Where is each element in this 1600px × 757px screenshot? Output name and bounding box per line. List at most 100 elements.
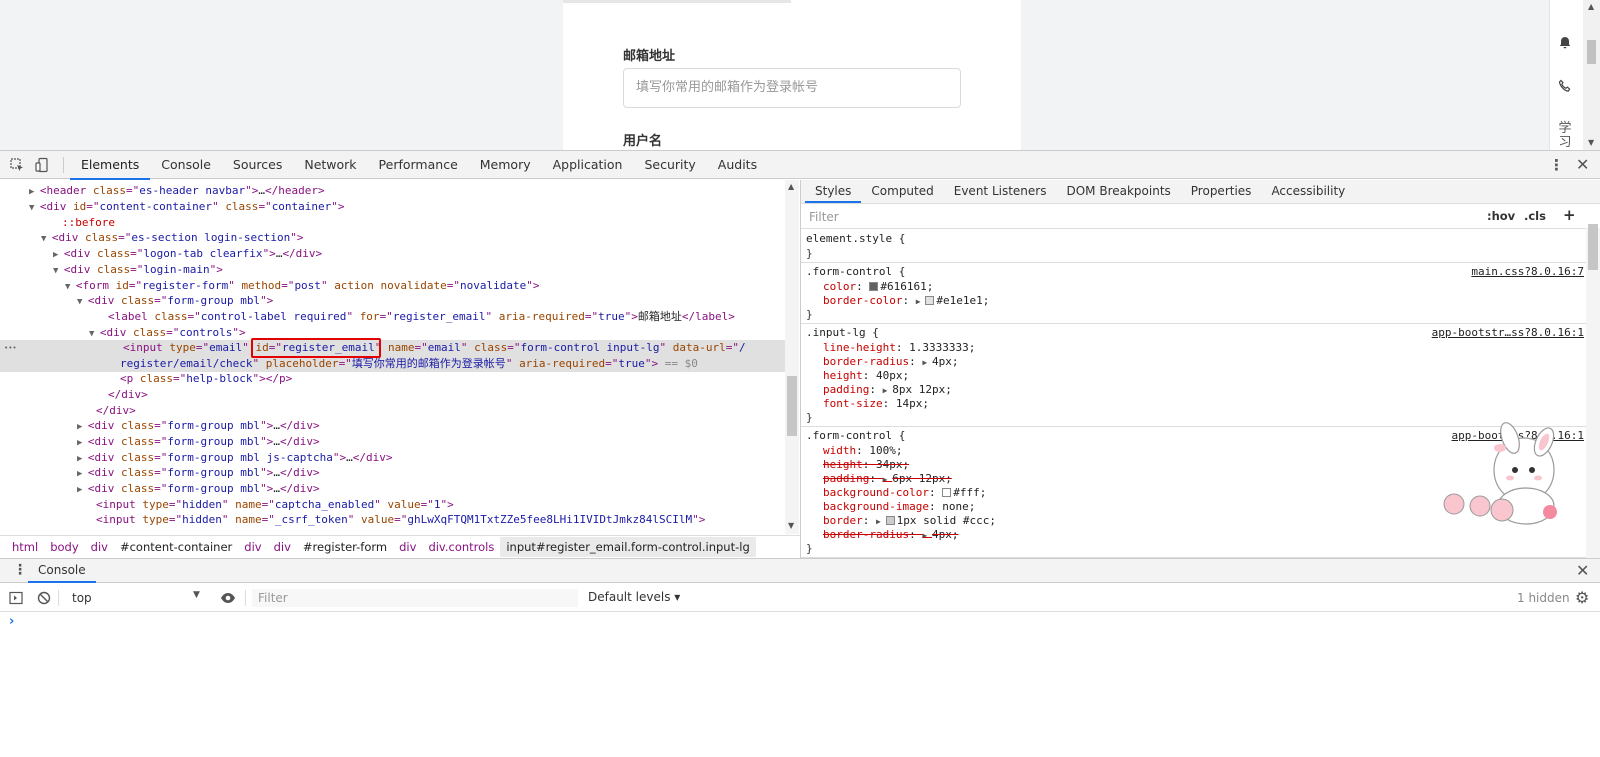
style-property[interactable]: height: 34px; (823, 458, 909, 472)
property-value[interactable]: 4px; (932, 528, 959, 541)
property-name[interactable]: padding (823, 383, 869, 396)
dom-node-line[interactable]: ▼ <div class="login-main"> (53, 262, 223, 278)
style-property[interactable]: background-image: none; (823, 500, 975, 514)
dom-node-line[interactable]: <label class="control-label required" fo… (108, 309, 735, 325)
rule-selector[interactable]: .form-control { (806, 265, 905, 279)
expand-shorthand-icon[interactable]: ▶ (922, 531, 932, 540)
device-toolbar-icon[interactable] (34, 157, 50, 173)
dom-node-line[interactable]: </div> (108, 387, 148, 403)
drawer-menu-icon[interactable]: ⋮ (13, 562, 27, 578)
dom-node-line[interactable]: register/email/check" placeholder="填写你常用… (0, 356, 785, 372)
dom-node-line[interactable]: ▼ <div class="form-group mbl"> (77, 293, 273, 309)
scroll-down-icon[interactable]: ▼ (1588, 138, 1594, 147)
style-property[interactable]: border-color: ▶ #e1e1e1; (823, 294, 989, 308)
property-value[interactable]: 1.3333333; (909, 341, 975, 354)
breadcrumb-item[interactable]: #content-container (114, 537, 238, 557)
tab-audits[interactable]: Audits (707, 151, 768, 180)
style-property[interactable]: font-size: 14px; (823, 397, 929, 411)
property-name[interactable]: background-color (823, 486, 929, 499)
tab-performance[interactable]: Performance (368, 151, 469, 180)
dom-node-line[interactable]: ▶ <div class="form-group mbl">…</div> (77, 481, 320, 497)
breadcrumb-item[interactable]: input#register_email.form-control.input-… (500, 536, 756, 557)
collapse-triangle-icon[interactable]: ▼ (89, 329, 100, 339)
expand-shorthand-icon[interactable]: ▶ (916, 297, 926, 306)
style-property[interactable]: height: 40px; (823, 369, 909, 383)
styles-scroll-thumb[interactable] (1588, 224, 1598, 270)
property-name[interactable]: font-size (823, 397, 883, 410)
property-name[interactable]: background-image (823, 500, 929, 513)
style-property[interactable]: border-radius: ▶ 4px; (823, 528, 958, 542)
collapse-triangle-icon[interactable]: ▼ (65, 282, 76, 292)
dom-node-line[interactable]: <p class="help-block"></p> (120, 371, 292, 387)
node-actions-ellipsis-icon[interactable]: ••• (4, 340, 17, 356)
inspect-element-icon[interactable] (9, 157, 25, 173)
property-value[interactable]: 8px 12px; (892, 383, 952, 396)
property-value[interactable]: 1px solid #ccc; (897, 514, 996, 527)
expand-triangle-icon[interactable]: ▶ (77, 469, 88, 479)
bell-icon[interactable] (1553, 36, 1577, 54)
expand-shorthand-icon[interactable]: ▶ (922, 358, 932, 367)
dom-node-line[interactable]: ▶ <div class="form-group mbl">…</div> (77, 434, 320, 450)
dom-node-line[interactable]: </div> (96, 403, 136, 419)
tab-security[interactable]: Security (633, 151, 706, 180)
property-value[interactable]: none; (942, 500, 975, 513)
property-value[interactable]: #fff; (953, 486, 986, 499)
elements-scrollbar[interactable] (785, 180, 799, 534)
console-prompt[interactable]: › (9, 614, 14, 629)
property-value[interactable]: 4px; (932, 355, 959, 368)
expand-shorthand-icon[interactable]: ▶ (883, 475, 893, 484)
elements-scroll-up-icon[interactable]: ▲ (788, 182, 794, 191)
breadcrumb-item[interactable]: #register-form (297, 537, 393, 557)
expand-shorthand-icon[interactable]: ▶ (883, 386, 893, 395)
rule-source-link[interactable]: app-bootstr…ss?8.0.16:1 (1432, 326, 1584, 339)
property-value[interactable]: #e1e1e1; (936, 294, 989, 307)
tab-computed[interactable]: Computed (861, 180, 943, 203)
dom-node-line[interactable]: ▶ <header class="es-header navbar">…</he… (29, 183, 325, 199)
tab-elements[interactable]: Elements (70, 151, 151, 180)
dom-node-line[interactable]: ▶ <div class="logon-tab clearfix">…</div… (53, 246, 322, 262)
color-swatch[interactable] (942, 488, 952, 497)
tab-network[interactable]: Network (293, 151, 367, 180)
tab-memory[interactable]: Memory (469, 151, 542, 180)
rule-selector[interactable]: .form-control { (806, 429, 905, 443)
breadcrumb-item[interactable]: div (238, 537, 267, 557)
style-property[interactable]: line-height: 1.3333333; (823, 341, 975, 355)
email-input[interactable]: 填写你常用的邮箱作为登录帐号 (623, 68, 961, 108)
property-name[interactable]: border-color (823, 294, 902, 307)
breadcrumb-item[interactable]: body (44, 537, 84, 557)
expand-triangle-icon[interactable]: ▶ (77, 438, 88, 448)
more-options-icon[interactable]: ⋮ (1549, 156, 1564, 174)
color-swatch[interactable] (885, 516, 895, 525)
color-swatch[interactable] (925, 296, 935, 305)
elements-scroll-thumb[interactable] (787, 376, 797, 436)
property-value[interactable]: 40px; (876, 369, 909, 382)
study-text[interactable]: 学 习 (1553, 122, 1577, 150)
breadcrumb-item[interactable]: div (393, 537, 422, 557)
property-name[interactable]: border-radius (823, 528, 909, 541)
tab-application[interactable]: Application (542, 151, 634, 180)
property-name[interactable]: height (823, 458, 863, 471)
expand-triangle-icon[interactable]: ▶ (77, 485, 88, 495)
dom-node-line[interactable]: <input type="hidden" name="_csrf_token" … (96, 512, 705, 528)
collapse-triangle-icon[interactable]: ▼ (41, 234, 52, 244)
style-property[interactable]: padding: ▶ 6px 12px; (823, 472, 952, 486)
close-devtools-icon[interactable]: ✕ (1576, 155, 1589, 174)
dom-node-line[interactable]: ::before (62, 215, 115, 231)
expand-triangle-icon[interactable]: ▶ (29, 187, 40, 197)
collapse-triangle-icon[interactable]: ▼ (77, 297, 88, 307)
style-property[interactable]: padding: ▶ 8px 12px; (823, 383, 952, 397)
log-levels-dropdown[interactable]: Default levels ▾ (588, 590, 680, 604)
dom-node-line[interactable]: ▶ <div class="form-group mbl js-captcha"… (77, 450, 393, 466)
styles-filter-input[interactable]: Filter (805, 208, 1477, 226)
breadcrumb-item[interactable]: div.controls (422, 537, 500, 557)
style-property[interactable]: background-color: #fff; (823, 486, 986, 500)
property-value[interactable]: 14px; (896, 397, 929, 410)
property-name[interactable]: height (823, 369, 863, 382)
tab-sources[interactable]: Sources (222, 151, 293, 180)
tab-event-listeners[interactable]: Event Listeners (944, 180, 1057, 203)
page-scroll-thumb[interactable] (1587, 40, 1596, 64)
scroll-up-icon[interactable]: ▲ (1588, 2, 1594, 11)
property-name[interactable]: border (823, 514, 863, 527)
dom-node-line[interactable]: <input type="email" id="register_email" … (0, 340, 785, 356)
dom-node-line[interactable]: ▼ <div id="content-container" class="con… (29, 199, 345, 215)
